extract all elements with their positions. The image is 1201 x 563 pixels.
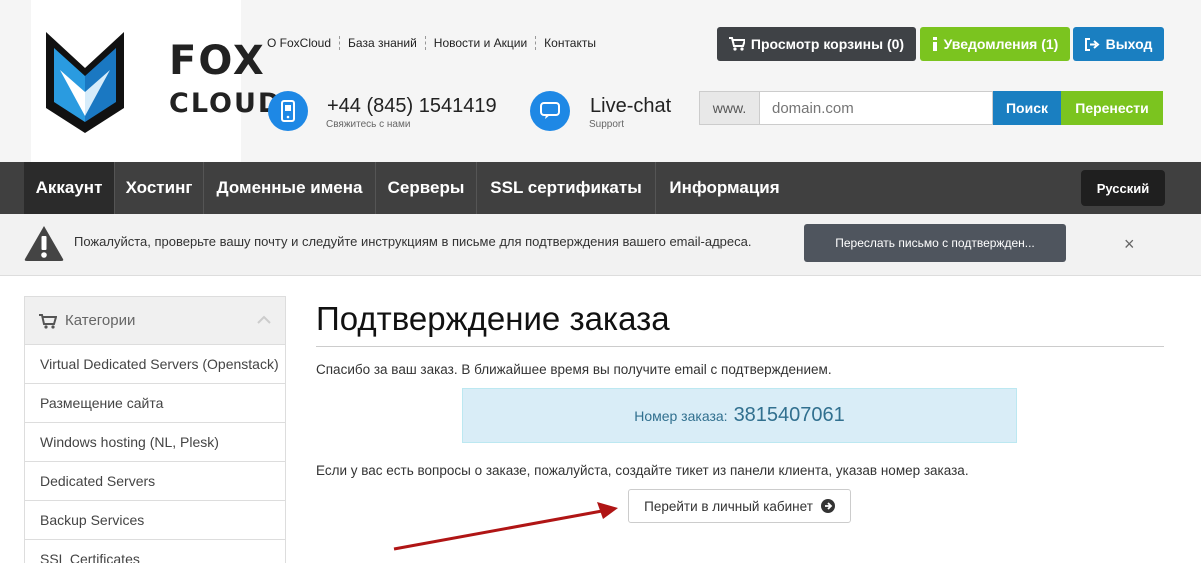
client-area-button-label: Перейти в личный кабинет — [644, 498, 813, 514]
cart-icon — [728, 37, 745, 51]
chevron-up-icon[interactable] — [257, 315, 271, 324]
categories-header[interactable]: Категории — [25, 297, 285, 345]
resend-email-button[interactable]: Переслать письмо с подтвержден... — [804, 224, 1066, 262]
domain-search-button[interactable]: Поиск — [993, 91, 1061, 125]
chat-icon[interactable] — [530, 91, 570, 131]
notifications-button-label: Уведомления (1) — [943, 36, 1059, 52]
order-number: 3815407061 — [733, 404, 845, 426]
categories-title: Категории — [65, 312, 136, 329]
order-number-box: Номер заказа: 3815407061 — [462, 388, 1017, 443]
site-header: FOX CLOUD О FoxCloud База знаний Новости… — [0, 0, 1201, 162]
order-number-label: Номер заказа: — [634, 407, 728, 424]
live-chat-link[interactable]: Live-chat — [590, 95, 671, 118]
close-icon[interactable]: × — [1124, 234, 1135, 255]
fox-logo-icon — [46, 32, 124, 133]
category-item-windows-hosting[interactable]: Windows hosting (NL, Plesk) — [25, 423, 285, 462]
nav-item-ssl[interactable]: SSL сертификаты — [477, 162, 656, 214]
nav-item-servers[interactable]: Серверы — [376, 162, 477, 214]
top-link-about[interactable]: О FoxCloud — [267, 36, 331, 50]
nav-item-hosting[interactable]: Хостинг — [115, 162, 204, 214]
top-link-news[interactable]: Новости и Акции — [434, 36, 527, 50]
questions-text: Если у вас есть вопросы о заказе, пожалу… — [316, 463, 969, 478]
nav-item-info[interactable]: Информация — [656, 162, 793, 214]
domain-prefix: www. — [699, 91, 759, 125]
phone-caption: Свяжитесь с нами — [326, 119, 411, 130]
category-item-ssl[interactable]: SSL Certificates — [25, 540, 285, 563]
language-button[interactable]: Русский — [1081, 170, 1165, 206]
logout-button[interactable]: Выход — [1073, 27, 1164, 61]
top-link-contacts[interactable]: Контакты — [544, 36, 596, 50]
logout-button-label: Выход — [1105, 36, 1153, 52]
categories-sidebar: Категории Virtual Dedicated Servers (Ope… — [24, 296, 286, 563]
sign-out-icon — [1084, 37, 1100, 51]
brand-fox: FOX — [169, 38, 266, 84]
cart-button[interactable]: Просмотр корзины (0) — [717, 27, 916, 61]
thanks-text: Спасибо за ваш заказ. В ближайшее время … — [316, 362, 832, 377]
top-links: О FoxCloud База знаний Новости и Акции К… — [267, 36, 596, 50]
logo[interactable]: FOX CLOUD — [31, 0, 280, 162]
domain-input[interactable] — [759, 91, 993, 125]
warning-icon — [24, 226, 64, 261]
cart-icon — [39, 314, 57, 329]
info-icon — [932, 37, 937, 51]
nav-item-domains[interactable]: Доменные имена — [204, 162, 376, 214]
main-nav: Аккаунт Хостинг Доменные имена Серверы S… — [0, 162, 1201, 214]
phone-number[interactable]: +44 (845) 1541419 — [327, 95, 497, 118]
annotation-arrow — [393, 502, 618, 551]
arrow-circle-right-icon — [820, 499, 835, 513]
cart-button-label: Просмотр корзины (0) — [750, 36, 905, 52]
category-item-vds[interactable]: Virtual Dedicated Servers (Openstack) — [25, 345, 285, 384]
live-chat-caption: Support — [589, 119, 625, 130]
category-item-site-hosting[interactable]: Размещение сайта — [25, 384, 285, 423]
client-area-button[interactable]: Перейти в личный кабинет — [628, 489, 851, 523]
brand-cloud: CLOUD — [169, 88, 283, 119]
title-divider — [316, 346, 1164, 347]
category-item-dedicated[interactable]: Dedicated Servers — [25, 462, 285, 501]
category-item-backup[interactable]: Backup Services — [25, 501, 285, 540]
notifications-button[interactable]: Уведомления (1) — [920, 27, 1070, 61]
nav-item-account[interactable]: Аккаунт — [24, 162, 115, 214]
domain-search: www. Поиск Перенести — [699, 91, 1163, 125]
phone-icon — [268, 91, 308, 131]
alert-message: Пожалуйста, проверьте вашу почту и следу… — [74, 234, 752, 249]
domain-transfer-button[interactable]: Перенести — [1061, 91, 1163, 125]
top-link-knowledge-base[interactable]: База знаний — [348, 36, 417, 50]
page-title: Подтверждение заказа — [316, 300, 670, 337]
